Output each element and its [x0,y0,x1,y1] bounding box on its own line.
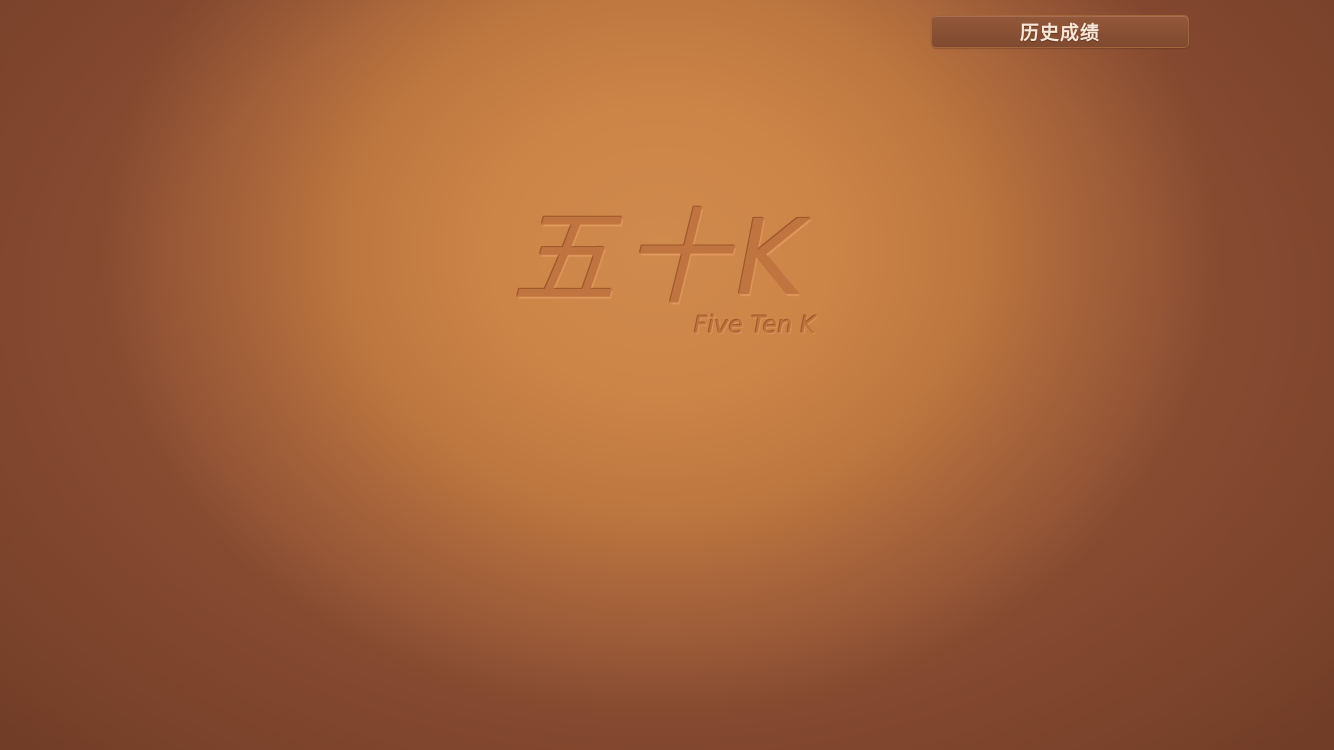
game-logo: 五十K Five Ten K [500,200,840,350]
game-table-background [0,0,1334,750]
history-scores-label: 历史成绩 [1019,22,1100,44]
logo-chinese-title: 五十K [512,197,813,319]
history-scores-button[interactable]: 历史成绩 [931,15,1189,48]
logo-english-subtitle: Five Ten K [694,311,817,339]
